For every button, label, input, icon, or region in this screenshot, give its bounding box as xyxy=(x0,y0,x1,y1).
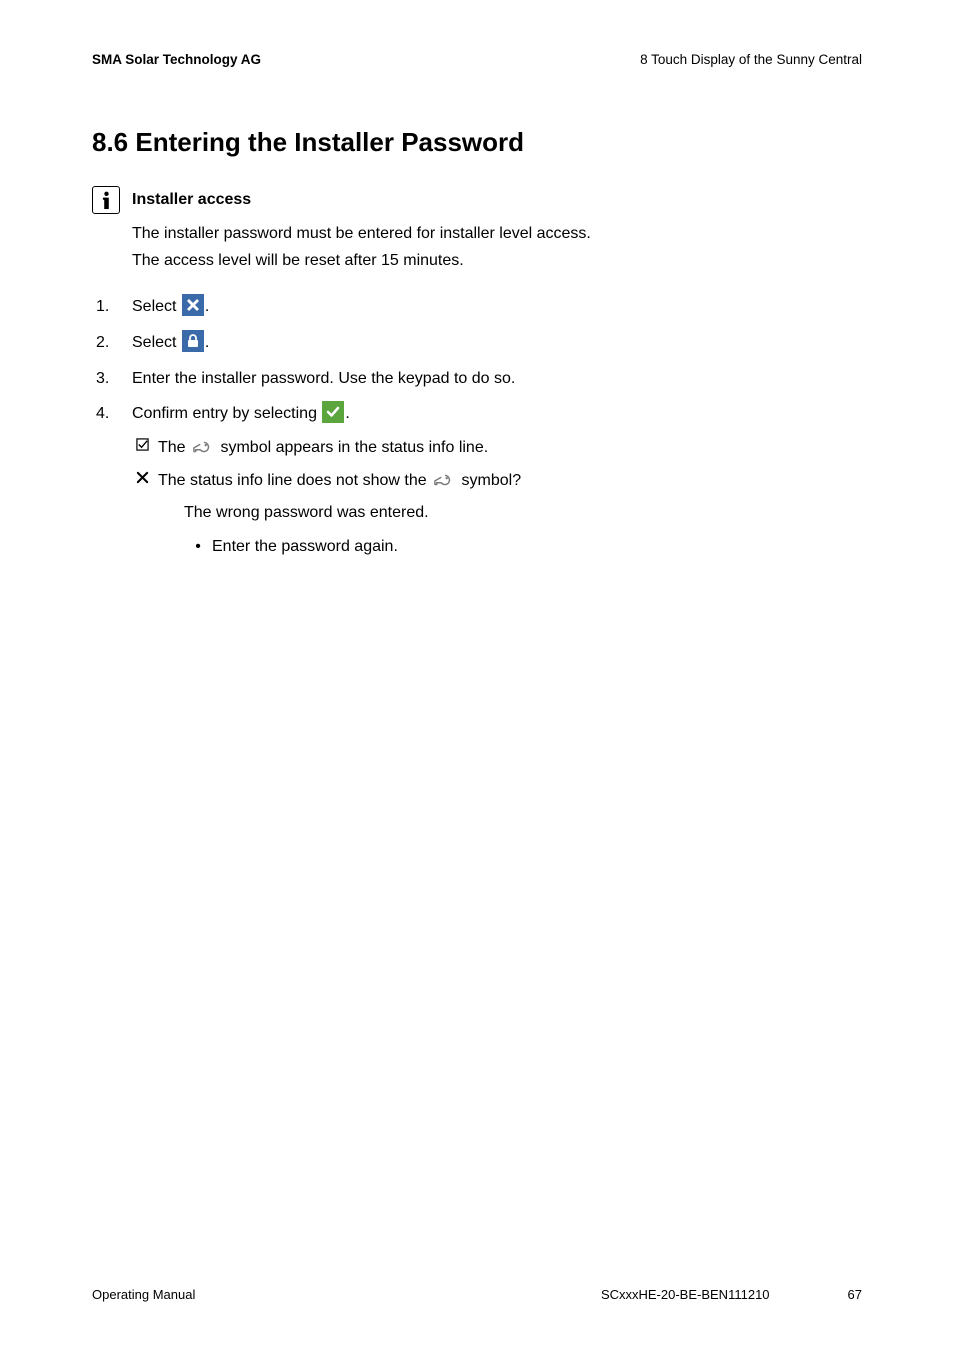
step-4: Confirm entry by selecting . The xyxy=(92,401,862,559)
result-fail-explain: The wrong password was entered. xyxy=(184,500,521,526)
step-text: Select xyxy=(132,334,181,351)
step-text: Select xyxy=(132,298,181,315)
info-line: The installer password must be entered f… xyxy=(132,220,862,247)
procedure-steps: Select . Select . Enter the installer pa… xyxy=(92,294,862,559)
step-3: Enter the installer password. Use the ke… xyxy=(92,366,862,392)
info-callout: Installer access xyxy=(92,186,862,214)
footer-page-number: 67 xyxy=(848,1287,862,1302)
key-icon xyxy=(192,438,214,456)
tools-icon xyxy=(182,294,204,316)
info-icon xyxy=(92,186,120,214)
section-heading: 8.6 Entering the Installer Password xyxy=(92,127,862,158)
step-text: Confirm entry by selecting xyxy=(132,405,321,422)
step-1: Select . xyxy=(92,294,862,320)
result-success: The symbol appears in the status info li… xyxy=(132,435,862,461)
page-header: SMA Solar Technology AG 8 Touch Display … xyxy=(92,52,862,67)
result-text: The xyxy=(158,439,190,456)
step-text: Enter the installer password. Use the ke… xyxy=(132,370,515,387)
info-body: The installer password must be entered f… xyxy=(132,220,862,274)
step-text: . xyxy=(205,334,209,351)
checkmark-icon xyxy=(322,401,344,423)
lock-icon xyxy=(182,330,204,352)
info-line: The access level will be reset after 15 … xyxy=(132,247,862,274)
result-fail-action: Enter the password again. xyxy=(212,534,398,560)
header-company: SMA Solar Technology AG xyxy=(92,52,261,67)
footer-doc-id: SCxxxHE-20-BE-BEN111210 xyxy=(601,1287,770,1302)
footer-manual-type: Operating Manual xyxy=(92,1287,195,1302)
result-text: symbol appears in the status info line. xyxy=(216,439,488,456)
result-fail: The status info line does not show the s… xyxy=(132,468,862,559)
header-chapter: 8 Touch Display of the Sunny Central xyxy=(640,52,862,67)
bullet-icon: • xyxy=(184,534,212,560)
step-text: . xyxy=(345,405,349,422)
x-mark-icon xyxy=(132,468,152,484)
step-text: . xyxy=(205,298,209,315)
info-title: Installer access xyxy=(132,186,251,214)
result-text: symbol? xyxy=(457,472,521,489)
result-fail-action-row: • Enter the password again. xyxy=(184,534,521,560)
key-icon xyxy=(433,471,455,489)
step-2: Select . xyxy=(92,330,862,356)
checkbox-checked-icon xyxy=(132,435,152,451)
result-text: The status info line does not show the xyxy=(158,472,431,489)
page-footer: Operating Manual SCxxxHE-20-BE-BEN111210… xyxy=(92,1287,862,1302)
